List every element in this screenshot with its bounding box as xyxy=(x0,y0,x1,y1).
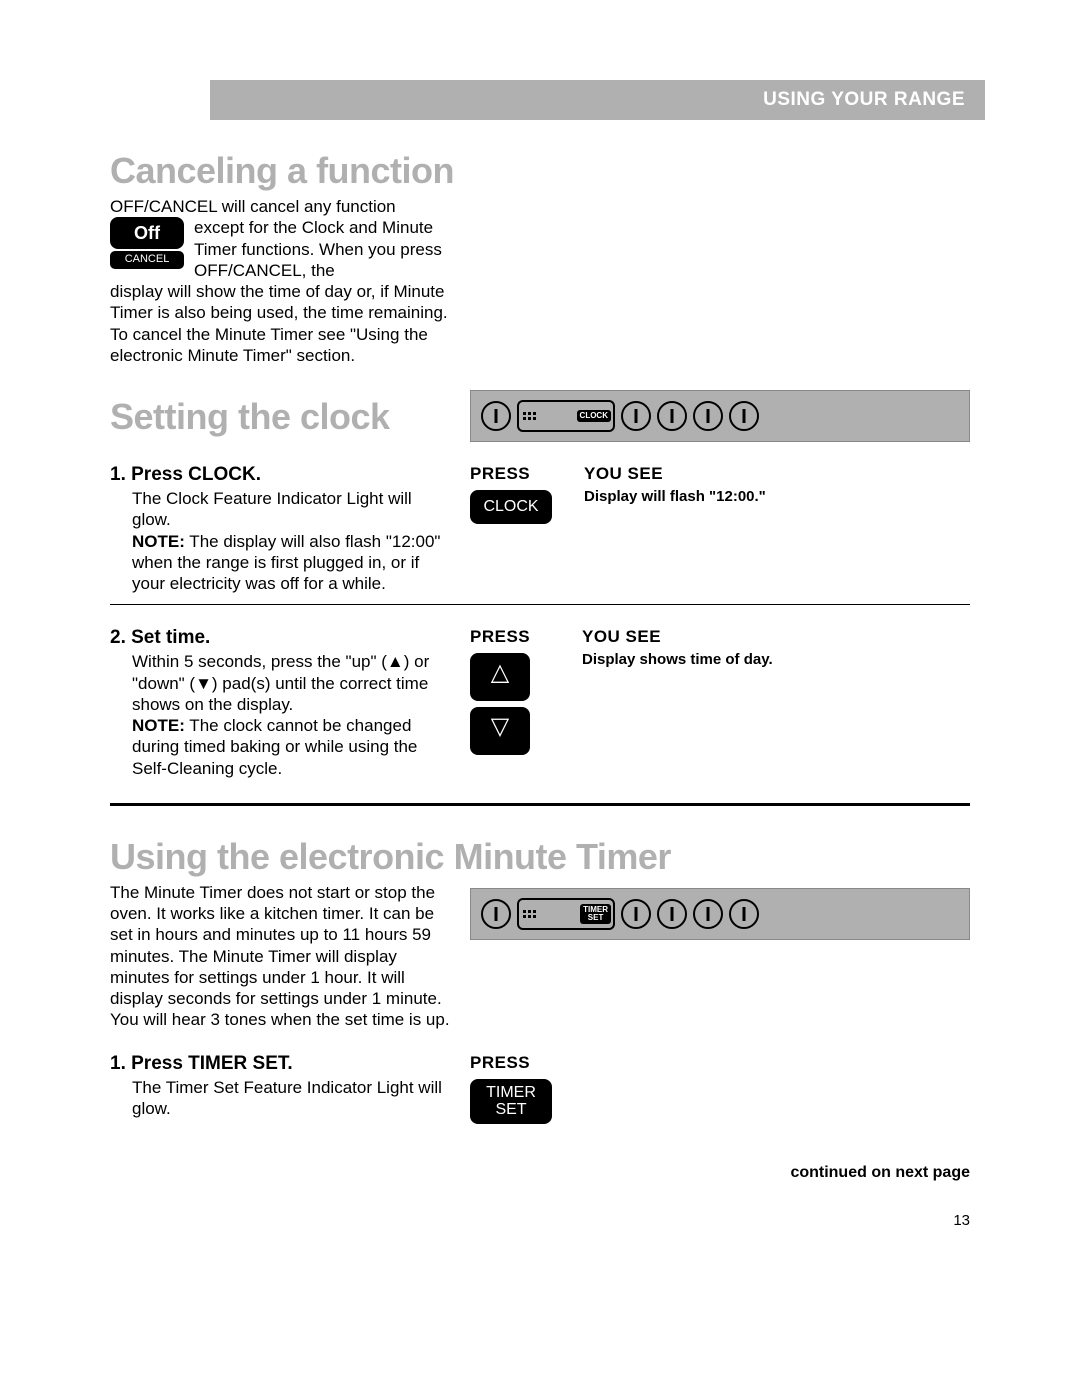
down-arrow-button-graphic: ▽ xyxy=(470,707,530,755)
clock-display-panel: CLOCK xyxy=(470,390,970,442)
section-header-text: USING YOUR RANGE xyxy=(763,89,965,111)
display-label-line2: SET xyxy=(588,913,604,922)
note-label: NOTE: xyxy=(132,532,185,551)
off-cancel-button-graphic: Off CANCEL xyxy=(110,217,184,268)
knob-icon xyxy=(481,401,511,431)
knob-icon xyxy=(621,401,651,431)
press-head: PRESS xyxy=(470,627,550,647)
indicator-dots-icon xyxy=(523,412,536,420)
press-head: PRESS xyxy=(470,464,552,484)
yousee-text-1: Display will flash "12:00." xyxy=(584,488,970,505)
knob-icon xyxy=(693,899,723,929)
timer-step1-title: 1. Press TIMER SET. xyxy=(110,1053,450,1075)
off-button: Off xyxy=(110,217,184,249)
step1-desc: The Clock Feature Indicator Light will g… xyxy=(132,489,412,529)
section-header-bar: USING YOUR RANGE xyxy=(210,80,985,120)
timer-btn-line1: TIMER xyxy=(486,1084,536,1101)
knob-icon xyxy=(657,899,687,929)
display-label: CLOCK xyxy=(577,410,611,422)
step1-title: 1. Press CLOCK. xyxy=(110,464,450,486)
display-screen: TIMER SET xyxy=(517,898,615,930)
display-screen: CLOCK xyxy=(517,400,615,432)
timer-btn-line2: SET xyxy=(495,1101,526,1118)
knob-icon xyxy=(657,401,687,431)
heading-canceling: Canceling a function xyxy=(110,150,970,192)
page-number: 13 xyxy=(110,1212,970,1229)
cancel-intro: OFF/CANCEL will cancel any function xyxy=(110,196,450,217)
knob-icon xyxy=(729,899,759,929)
step2-title: 2. Set time. xyxy=(110,627,450,649)
clock-button-graphic: CLOCK xyxy=(470,490,552,524)
heading-minute-timer: Using the electronic Minute Timer xyxy=(110,836,970,878)
display-label-timer: TIMER SET xyxy=(580,904,611,924)
yousee-text-2: Display shows time of day. xyxy=(582,651,970,668)
continued-text: continued on next page xyxy=(110,1164,970,1182)
note-label: NOTE: xyxy=(132,716,185,735)
timer-set-button-graphic: TIMER SET xyxy=(470,1079,552,1124)
divider-heavy xyxy=(110,803,970,806)
yousee-head: YOU SEE xyxy=(582,627,970,647)
heading-setting-clock: Setting the clock xyxy=(110,396,450,438)
press-head: PRESS xyxy=(470,1053,552,1073)
indicator-dots-icon xyxy=(523,910,536,918)
cancel-after-text: display will show the time of day or, if… xyxy=(110,281,450,366)
cancel-button-sub: CANCEL xyxy=(110,251,184,269)
step2-desc: Within 5 seconds, press the "up" (▲) or … xyxy=(132,652,429,714)
up-arrow-button-graphic: △ xyxy=(470,653,530,701)
knob-icon xyxy=(621,899,651,929)
cancel-wrap-text: except for the Clock and Minute Timer fu… xyxy=(194,217,450,281)
knob-icon xyxy=(729,401,759,431)
timer-step1-desc: The Timer Set Feature Indicator Light wi… xyxy=(132,1077,450,1120)
knob-icon xyxy=(693,401,723,431)
timer-display-panel: TIMER SET xyxy=(470,888,970,940)
yousee-head: YOU SEE xyxy=(584,464,970,484)
knob-icon xyxy=(481,899,511,929)
timer-intro: The Minute Timer does not start or stop … xyxy=(110,882,450,1031)
